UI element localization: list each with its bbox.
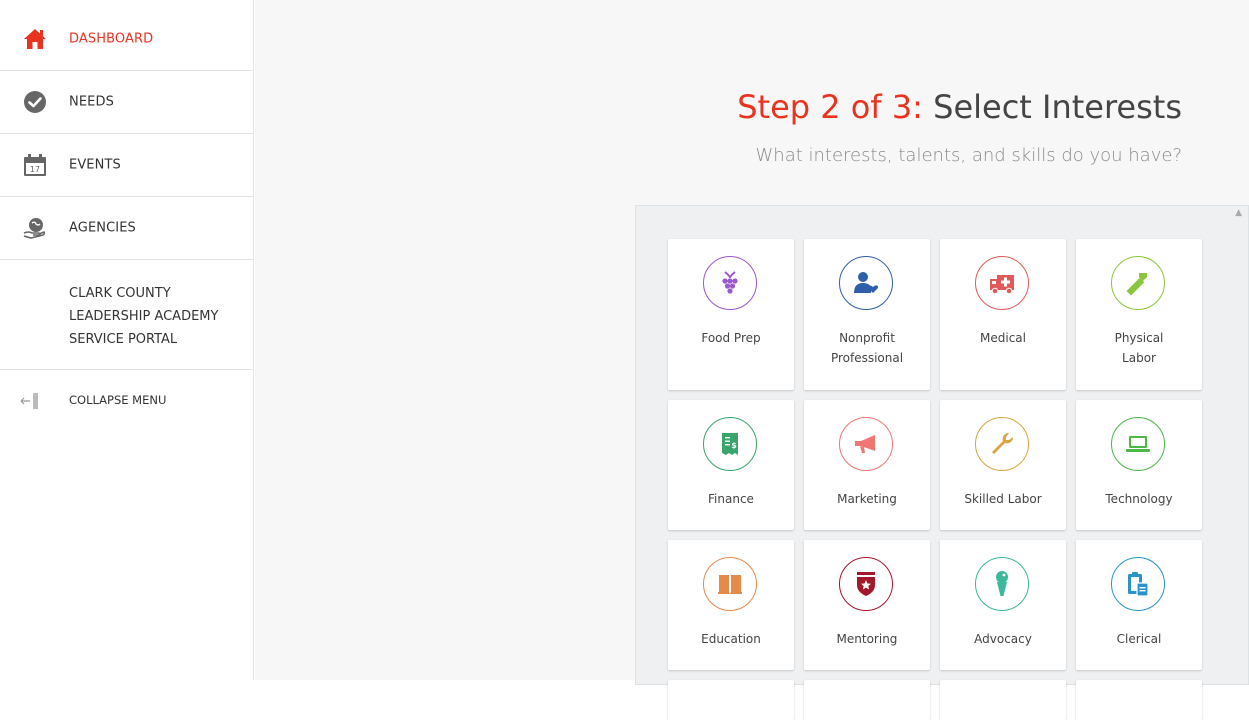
interest-label: Food Prep xyxy=(701,331,761,345)
interest-card-technology[interactable]: Technology xyxy=(1076,400,1202,530)
step-indicator: Step 2 of 3: xyxy=(737,88,923,126)
receipt-icon: $ xyxy=(703,417,757,471)
interest-label: Finance xyxy=(708,492,754,506)
hammer-icon xyxy=(1111,256,1165,310)
interest-card-clerical[interactable]: Clerical xyxy=(1076,540,1202,670)
interest-label: Clerical xyxy=(1116,632,1162,646)
interest-label: Physical Labor xyxy=(1114,331,1164,365)
interest-card[interactable] xyxy=(940,680,1066,720)
sidebar-item-events[interactable]: 17 EVENTS xyxy=(0,134,253,197)
page-title-text: Select Interests xyxy=(933,88,1182,126)
interest-label: Advocacy xyxy=(974,632,1032,646)
interest-card-finance[interactable]: $ Finance xyxy=(668,400,794,530)
sidebar-item-label: DASHBOARD xyxy=(69,31,154,47)
portal-title-line: LEADERSHIP ACADEMY xyxy=(69,309,219,324)
sidebar-item-label: EVENTS xyxy=(69,157,121,173)
megaphone-icon xyxy=(839,417,893,471)
interest-card-medical[interactable]: Medical xyxy=(940,239,1066,390)
interest-card-advocacy[interactable]: Advocacy xyxy=(940,540,1066,670)
interest-card[interactable] xyxy=(1076,680,1202,720)
calendar-day: 17 xyxy=(30,165,40,174)
person-heart-icon xyxy=(839,256,893,310)
interest-card-nonprofit-professional[interactable]: Nonprofit Professional xyxy=(804,239,930,390)
interest-label: Technology xyxy=(1105,492,1173,506)
clipboard-icon xyxy=(1111,557,1165,611)
book-icon xyxy=(703,557,757,611)
collapse-menu-label: COLLAPSE MENU xyxy=(69,393,167,407)
sidebar-item-label: AGENCIES xyxy=(69,220,136,236)
page-subtitle: What interests, talents, and skills do y… xyxy=(755,145,1182,166)
wrench-icon xyxy=(975,417,1029,471)
sidebar-item-agencies[interactable]: AGENCIES xyxy=(0,197,253,260)
sidebar-item-dashboard[interactable]: DASHBOARD xyxy=(0,0,253,71)
interest-label: Mentoring xyxy=(836,632,898,646)
sidebar-item-label: NEEDS xyxy=(69,94,114,110)
interest-label: Skilled Labor xyxy=(964,492,1042,506)
interest-card[interactable] xyxy=(804,680,930,720)
laptop-icon xyxy=(1111,417,1165,471)
globe-hand-icon xyxy=(22,215,48,241)
shield-star-icon xyxy=(839,557,893,611)
interest-label: Marketing xyxy=(837,492,897,506)
ambulance-icon xyxy=(975,256,1029,310)
interest-card-food-prep[interactable]: Food Prep xyxy=(668,239,794,390)
page-title: Step 2 of 3: Select Interests xyxy=(737,88,1182,126)
collapse-arrow-icon xyxy=(20,392,40,414)
collapse-menu-button[interactable]: COLLAPSE MENU xyxy=(0,370,253,430)
interest-card-physical-labor[interactable]: Physical Labor xyxy=(1076,239,1202,390)
grapes-icon xyxy=(703,256,757,310)
portal-title-line: CLARK COUNTY xyxy=(69,286,171,301)
sidebar-item-needs[interactable]: NEEDS xyxy=(0,71,253,134)
home-icon xyxy=(22,26,48,52)
calendar-icon: 17 xyxy=(22,152,48,178)
interest-card-mentoring[interactable]: Mentoring xyxy=(804,540,930,670)
interest-label: Medical xyxy=(980,331,1026,345)
main-content: Step 2 of 3: Select Interests What inter… xyxy=(255,0,1249,720)
interest-card-skilled-labor[interactable]: Skilled Labor xyxy=(940,400,1066,530)
checkmark-icon xyxy=(22,89,48,115)
microphone-icon xyxy=(975,557,1029,611)
scroll-up-icon[interactable]: ▲ xyxy=(1235,208,1242,218)
interest-card-education[interactable]: Education xyxy=(668,540,794,670)
interests-panel[interactable]: ▲ Food Prep Nonprofit Professional Medic… xyxy=(635,205,1249,720)
interest-label: Education xyxy=(701,632,761,646)
interest-card-marketing[interactable]: Marketing xyxy=(804,400,930,530)
interest-label: Nonprofit Professional xyxy=(830,331,904,365)
interest-card[interactable] xyxy=(668,680,794,720)
svg-text:$: $ xyxy=(731,441,737,450)
portal-title: CLARK COUNTY LEADERSHIP ACADEMY SERVICE … xyxy=(0,260,253,370)
sidebar: DASHBOARD NEEDS 17 EVENTS AGENCIES CLARK… xyxy=(0,0,254,680)
portal-title-line: SERVICE PORTAL xyxy=(69,332,178,347)
